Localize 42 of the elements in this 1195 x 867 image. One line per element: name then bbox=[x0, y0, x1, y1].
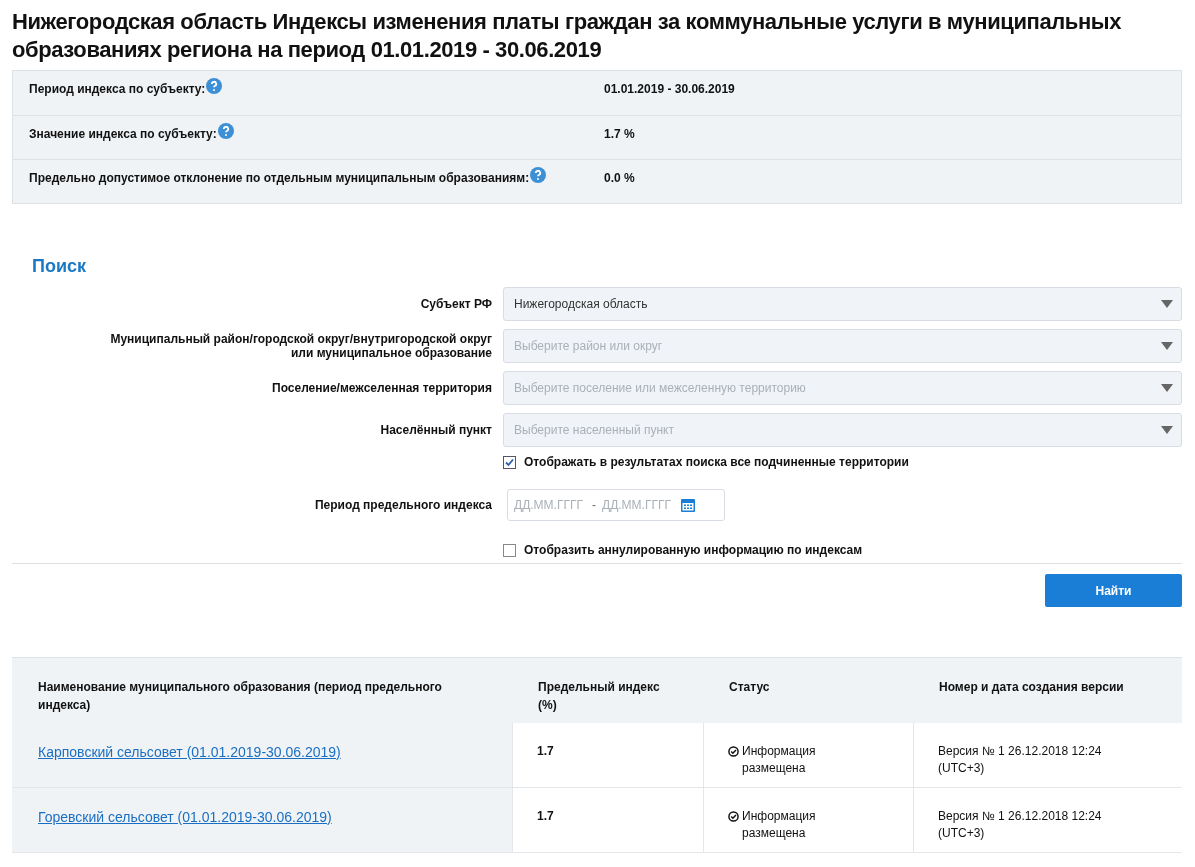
municipality-link[interactable]: Карповский сельсовет (01.01.2019-30.06.2019) bbox=[38, 744, 341, 760]
version-text: Версия № 1 26.12.2018 12:24 (UTC+3) bbox=[938, 808, 1103, 842]
checkbox-label: Отображать в результатах поиска все подчиненные территории bbox=[524, 455, 909, 469]
summary-label: Значение индекса по субъекту: bbox=[29, 127, 604, 141]
dropdown-caret-icon bbox=[1161, 384, 1173, 392]
summary-value: 0.0 % bbox=[604, 171, 636, 185]
field-label: Муниципальный район/городской округ/внутригородской округ или муниципальное образование bbox=[109, 332, 492, 360]
check-circle-icon bbox=[728, 811, 739, 822]
help-icon[interactable] bbox=[206, 78, 223, 94]
summary-value: 01.01.2019 - 30.06.2019 bbox=[604, 82, 736, 96]
help-icon[interactable] bbox=[530, 167, 547, 183]
date-range-field[interactable]: ДД.ММ.ГГГГ - ДД.ММ.ГГГГ bbox=[507, 489, 725, 521]
checkbox[interactable] bbox=[503, 543, 516, 557]
dropdown-caret-icon bbox=[1161, 300, 1173, 308]
page-title: Нижегородская область Индексы изменения платы граждан за коммунальные услуги в муниципальных образованиях региона на период 01.01.2019 - 30.06.2019 bbox=[12, 8, 1123, 64]
column-header: Номер и дата создания версии bbox=[913, 658, 1182, 723]
check-circle-icon bbox=[728, 746, 739, 757]
summary-value: 1.7 % bbox=[604, 127, 636, 141]
field-label: Населённый пункт bbox=[379, 423, 492, 437]
dropdown-caret-icon bbox=[1161, 426, 1173, 434]
checkbox[interactable] bbox=[503, 455, 516, 469]
dropdown-caret-icon bbox=[1161, 342, 1173, 350]
summary-label: Период индекса по субъекту: bbox=[29, 82, 604, 96]
calendar-icon[interactable] bbox=[680, 497, 696, 513]
status-text: Информация размещена bbox=[742, 808, 817, 842]
municipality-link[interactable]: Горевский сельсовет (01.01.2019-30.06.2019) bbox=[38, 809, 332, 825]
field-label: Субъект РФ bbox=[419, 297, 492, 311]
index-value: 1.7 bbox=[537, 809, 554, 823]
help-icon[interactable] bbox=[217, 123, 234, 139]
version-text: Версия № 1 26.12.2018 12:24 (UTC+3) bbox=[938, 743, 1103, 777]
index-value: 1.7 bbox=[537, 744, 554, 758]
field-label: Поселение/межселенная территория bbox=[271, 381, 492, 395]
column-header: Статус bbox=[703, 658, 913, 723]
field-label: Период предельного индекса bbox=[314, 498, 492, 512]
status-text: Информация размещена bbox=[742, 743, 817, 777]
summary-label: Предельно допустимое отклонение по отдельным муниципальным образованиям: bbox=[29, 171, 604, 185]
column-header: Предельный индекс (%) bbox=[512, 658, 703, 723]
search-heading: Поиск bbox=[32, 256, 88, 277]
select-field[interactable]: Нижегородская область bbox=[503, 287, 1182, 321]
checkbox-label: Отобразить аннулированную информацию по индексам bbox=[524, 543, 863, 557]
search-button[interactable]: Найти bbox=[1045, 574, 1182, 607]
column-header: Наименование муниципального образования (период предельного индекса) bbox=[12, 658, 512, 723]
